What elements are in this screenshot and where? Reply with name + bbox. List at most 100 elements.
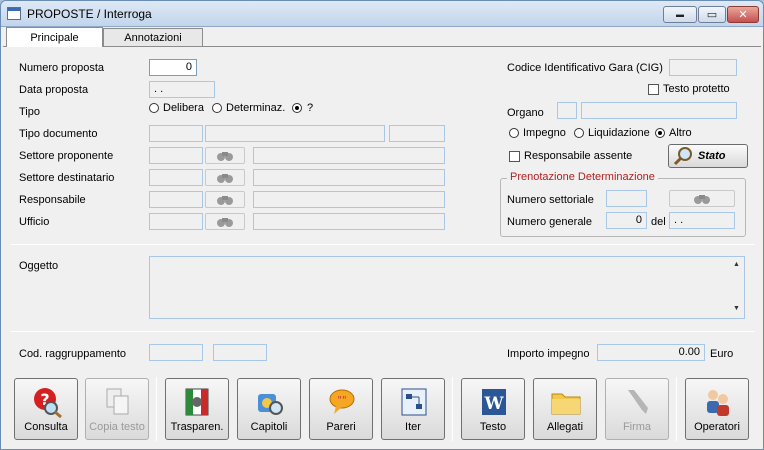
settore-destinatario-code-input[interactable] <box>149 169 203 186</box>
speech-bubble-icon: "" <box>329 389 355 414</box>
radio-liquidazione[interactable] <box>574 128 584 138</box>
numero-generale-label: Numero generale <box>507 216 592 228</box>
capitoli-icon <box>258 394 283 415</box>
allegati-label: Allegati <box>546 421 584 433</box>
svg-text:"": "" <box>337 395 346 406</box>
prenotazione-group-title: Prenotazione Determinazione <box>507 171 658 183</box>
window-title: PROPOSTE / Interroga <box>27 7 152 21</box>
scroll-up-icon[interactable]: ▲ <box>729 261 744 273</box>
radio-impegno[interactable] <box>509 128 519 138</box>
organo-code-input[interactable] <box>557 102 577 119</box>
scroll-down-icon[interactable]: ▼ <box>729 305 744 317</box>
numero-settoriale-input[interactable] <box>606 190 647 207</box>
oggetto-scrollbar[interactable]: ▲ ▼ <box>729 257 744 318</box>
trasparenza-button[interactable]: Trasparen. <box>165 378 229 440</box>
tab-principale[interactable]: Principale <box>6 27 103 47</box>
pen-icon <box>628 390 648 414</box>
radio-delibera[interactable] <box>149 103 159 113</box>
tipo-documento-code-input[interactable] <box>149 125 203 142</box>
radio-liquidazione-label: Liquidazione <box>588 127 650 139</box>
numero-settoriale-lookup-button[interactable] <box>669 190 735 207</box>
stato-button-label: Stato <box>698 150 726 162</box>
cod-raggruppamento-input-2[interactable] <box>213 344 267 361</box>
close-button[interactable]: ✕ <box>727 6 759 23</box>
del-date-input[interactable]: . . <box>669 212 735 229</box>
radio-delibera-label: Delibera <box>163 102 204 114</box>
binoculars-icon <box>217 217 233 227</box>
cod-raggruppamento-label: Cod. raggruppamento <box>19 348 127 360</box>
radio-altro-label: Altro <box>669 127 692 139</box>
organo-label: Organo <box>507 107 544 119</box>
close-icon: ✕ <box>738 9 748 21</box>
testo-protetto-checkbox[interactable] <box>648 84 659 95</box>
main-window: PROPOSTE / Interroga ▬ ▭ ✕ Principale An… <box>0 0 764 450</box>
settore-proponente-label: Settore proponente <box>19 150 114 162</box>
oggetto-textarea[interactable]: ▲ ▼ <box>149 256 745 319</box>
iter-icon <box>401 388 427 416</box>
consulta-icon: ? <box>34 388 62 418</box>
trasparenza-label: Trasparen. <box>170 421 224 433</box>
settore-proponente-lookup-button[interactable] <box>205 147 245 164</box>
ufficio-desc-input[interactable] <box>253 213 445 230</box>
tab-label: Principale <box>30 31 79 44</box>
organo-desc-input[interactable] <box>581 102 737 119</box>
radio-determinazione[interactable] <box>212 103 222 113</box>
oggetto-label: Oggetto <box>19 260 59 272</box>
testo-protetto-label: Testo protetto <box>663 83 730 95</box>
operatori-label: Operatori <box>694 421 740 433</box>
tipo-documento-label: Tipo documento <box>19 128 98 140</box>
testo-label: Testo <box>479 421 507 433</box>
users-icon <box>707 390 729 416</box>
radio-tipo-unknown[interactable] <box>292 103 302 113</box>
settore-destinatario-lookup-button[interactable] <box>205 169 245 186</box>
responsabile-desc-input[interactable] <box>253 191 445 208</box>
responsabile-code-input[interactable] <box>149 191 203 208</box>
ufficio-code-input[interactable] <box>149 213 203 230</box>
cod-raggruppamento-input-1[interactable] <box>149 344 203 361</box>
binoculars-icon <box>217 173 233 183</box>
settore-proponente-desc-input[interactable] <box>253 147 445 164</box>
svg-text:W: W <box>483 394 504 414</box>
responsabile-assente-checkbox[interactable] <box>509 151 520 162</box>
toolbar-separator <box>452 377 453 441</box>
responsabile-label: Responsabile <box>19 194 86 206</box>
minimize-button[interactable]: ▬ <box>663 6 697 23</box>
binoculars-icon <box>217 195 233 205</box>
allegati-button[interactable]: Allegati <box>533 378 597 440</box>
testo-button[interactable]: W Testo <box>461 378 525 440</box>
document-emblem-icon <box>185 388 209 416</box>
pareri-label: Pareri <box>326 421 356 433</box>
stato-button[interactable]: Stato <box>668 144 748 168</box>
tipo-documento-desc-input[interactable] <box>205 125 385 142</box>
settore-destinatario-desc-input[interactable] <box>253 169 445 186</box>
copia-testo-button[interactable]: Copia testo <box>85 378 149 440</box>
iter-button[interactable]: Iter <box>381 378 445 440</box>
maximize-button[interactable]: ▭ <box>698 6 726 23</box>
toolbar-separator <box>676 377 677 441</box>
cig-input[interactable] <box>669 59 737 76</box>
consulta-button[interactable]: ? Consulta <box>14 378 78 440</box>
firma-button[interactable]: Firma <box>605 378 669 440</box>
ufficio-lookup-button[interactable] <box>205 213 245 230</box>
word-document-icon: W <box>482 389 506 415</box>
capitoli-button[interactable]: Capitoli <box>237 378 301 440</box>
tipo-documento-extra-input[interactable] <box>389 125 445 142</box>
pareri-button[interactable]: "" Pareri <box>309 378 373 440</box>
iter-label: Iter <box>405 421 421 433</box>
data-proposta-input[interactable]: . . <box>149 81 215 98</box>
numero-generale-input[interactable]: 0 <box>606 212 647 229</box>
responsabile-lookup-button[interactable] <box>205 191 245 208</box>
separator <box>11 244 755 245</box>
operatori-button[interactable]: Operatori <box>685 378 749 440</box>
numero-proposta-input[interactable]: 0 <box>149 59 197 76</box>
copia-testo-label: Copia testo <box>89 421 145 433</box>
numero-proposta-label: Numero proposta <box>19 62 104 74</box>
separator <box>11 331 755 332</box>
importo-impegno-input[interactable]: 0.00 <box>597 344 705 361</box>
copy-icon <box>106 388 129 415</box>
title-bar[interactable]: PROPOSTE / Interroga ▬ ▭ ✕ <box>1 1 763 27</box>
settore-proponente-code-input[interactable] <box>149 147 203 164</box>
radio-altro[interactable] <box>655 128 665 138</box>
numero-settoriale-label: Numero settoriale <box>507 194 594 206</box>
tab-annotazioni[interactable]: Annotazioni <box>103 28 203 47</box>
